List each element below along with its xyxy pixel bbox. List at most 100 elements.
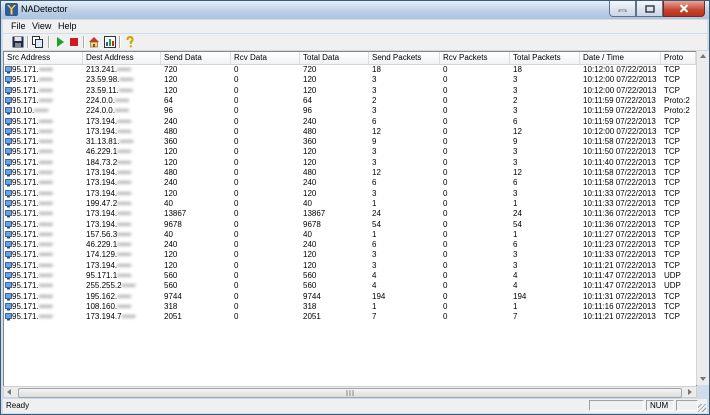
horizontal-scrollbar[interactable] — [3, 386, 697, 398]
send-packets-cell: 4 — [372, 271, 377, 280]
copy-icon[interactable] — [32, 36, 44, 48]
col-src-address-header[interactable]: Src Address — [4, 52, 83, 64]
table-row[interactable]: 95.171.••••• 46.229.1••••• 120 0 120 3 0 3 10:11… — [4, 147, 696, 157]
table-row[interactable]: 95.171.••••• 173.194.7••••• 2051 0 2051 7 0 7 10… — [4, 312, 696, 322]
title-bar[interactable]: NADetector — [1, 1, 709, 19]
table-row[interactable]: 95.171.••••• 23.59.11.••••• 120 0 120 3 0 3 10:1… — [4, 86, 696, 96]
table-row[interactable]: 95.171.••••• 173.194.••••• 240 0 240 6 0 6 10:11… — [4, 178, 696, 188]
total-packets-cell: 3 — [513, 188, 518, 198]
dest-address-text: 23.59.98. — [86, 75, 120, 85]
status-text: Ready — [6, 401, 30, 410]
total-data-cell: 120 — [303, 85, 317, 95]
dest-address-cell: 173.194.••••• — [83, 220, 161, 230]
src-address-text: 95.171. — [12, 229, 39, 239]
help-icon[interactable] — [124, 36, 136, 48]
table-row[interactable]: 95.171.••••• 173.194.••••• 480 0 480 12 0 12 10:… — [4, 168, 696, 178]
src-address-text: 95.171. — [12, 312, 39, 322]
dest-address-text: 173.194. — [86, 188, 118, 198]
redacted-octets: ••••• — [117, 271, 132, 280]
start-icon[interactable] — [54, 36, 66, 48]
total-data-cell: 480 — [303, 126, 317, 136]
col-proto-header[interactable]: Proto — [661, 52, 696, 64]
home-icon[interactable] — [88, 36, 100, 48]
rcv-packets-cell: 0 — [443, 178, 448, 188]
col-total-data-header[interactable]: Total Data — [300, 52, 369, 64]
table-row[interactable]: 95.171.••••• 224.0.0.••••• 64 0 64 2 0 2 10:11:5… — [4, 96, 696, 106]
dest-address-cell: 173.194.••••• — [83, 127, 161, 137]
rcv-data-cell: 0 — [234, 178, 239, 188]
table-row[interactable]: 95.171.••••• 173.194.••••• 480 0 480 12 0 12 10:… — [4, 127, 696, 137]
table-row[interactable]: 95.171.••••• 174.129.••••• 120 0 120 3 0 3 10:11… — [4, 250, 696, 260]
save-icon[interactable] — [12, 36, 24, 48]
col-rcv-packets-header[interactable]: Rcv Packets — [440, 52, 510, 64]
dest-address-cell: 46.229.1••••• — [83, 240, 161, 250]
date-time-cell: 10:11:23 07/22/2013 — [583, 240, 656, 250]
rcv-packets-cell: 0 — [443, 209, 448, 219]
menu-view[interactable]: View — [32, 21, 51, 31]
scroll-down-icon[interactable] — [700, 377, 706, 381]
table-row[interactable]: 10.10.••••• 224.0.0.••••• 96 0 96 3 0 3 10:11:59… — [4, 106, 696, 116]
table-row[interactable]: 95.171.••••• 173.194.••••• 13867 0 13867 24 0 2… — [4, 209, 696, 219]
dest-address-cell: 173.194.••••• — [83, 189, 161, 199]
scroll-up-icon[interactable] — [700, 54, 706, 58]
send-data-cell: 120 — [164, 147, 178, 157]
total-packets-cell: 2 — [513, 95, 518, 105]
table-row[interactable]: 95.171.••••• 31.13.81.••••• 360 0 360 9 0 9 10:1… — [4, 137, 696, 147]
redacted-octets: ••••• — [38, 260, 53, 270]
close-button[interactable] — [663, 1, 705, 17]
table-row[interactable]: 95.171.••••• 23.59.98.••••• 120 0 120 3 0 3 10:1… — [4, 75, 696, 85]
maximize-button[interactable] — [636, 1, 663, 17]
rcv-packets-cell: 0 — [443, 126, 448, 136]
table-row[interactable]: 95.171.••••• 46.229.1••••• 240 0 240 6 0 6 10:11… — [4, 240, 696, 250]
proto-cell: TCP — [664, 168, 680, 177]
table-row[interactable]: 95.171.••••• 157.56.3••••• 40 0 40 1 0 1 10:11:2… — [4, 230, 696, 240]
rcv-packets-cell: 0 — [443, 137, 448, 147]
redacted-octets: ••••• — [117, 240, 132, 250]
col-send-data-header[interactable]: Send Data — [161, 52, 231, 64]
menu-file[interactable]: File — [11, 21, 26, 31]
vertical-scrollbar[interactable] — [696, 51, 709, 385]
table-row[interactable]: 95.171.••••• 199.47.2••••• 40 0 40 1 0 1 10:11:3… — [4, 199, 696, 209]
table-row[interactable]: 95.171.••••• 173.194.••••• 120 0 120 3 0 3 10:11… — [4, 189, 696, 199]
minimize-button[interactable] — [609, 1, 636, 17]
connections-list[interactable]: Src Address Dest Address Send Data Rcv Data… — [3, 51, 697, 387]
col-total-packets-header[interactable]: Total Packets — [510, 52, 580, 64]
src-address-text: 10.10. — [12, 106, 35, 116]
dest-address-cell: 174.129.••••• — [83, 250, 161, 260]
proto-cell: TCP — [664, 116, 680, 126]
scroll-left-icon[interactable] — [7, 389, 11, 395]
table-row[interactable]: 95.171.••••• 108.160.••••• 318 0 318 1 0 1 10:11… — [4, 302, 696, 312]
col-rcv-data-header[interactable]: Rcv Data — [231, 52, 300, 64]
table-row[interactable]: 95.171.••••• 173.194.••••• 9678 0 9678 54 0 54 1… — [4, 220, 696, 230]
table-row[interactable]: 95.171.••••• 173.194.••••• 240 0 240 6 0 6 10:11… — [4, 117, 696, 127]
table-row[interactable]: 95.171.••••• 255.255.2••••• 560 0 560 4 0 4 10:1… — [4, 281, 696, 291]
col-date-time-header[interactable]: Date / Time — [580, 52, 661, 64]
src-address-cell: 95.171.••••• — [4, 137, 83, 147]
col-send-packets-header[interactable]: Send Packets — [369, 52, 440, 64]
horizontal-scroll-thumb[interactable] — [18, 388, 682, 398]
total-packets-cell: 3 — [513, 250, 518, 260]
table-row[interactable]: 95.171.••••• 173.194.••••• 120 0 120 3 0 3 10:11… — [4, 261, 696, 271]
col-dest-address-header[interactable]: Dest Address — [83, 52, 161, 64]
send-packets-cell: 12 — [372, 168, 381, 177]
options-icon[interactable] — [104, 36, 116, 48]
rcv-data-cell: 0 — [234, 65, 239, 74]
send-packets-cell: 3 — [372, 250, 377, 260]
stop-icon[interactable] — [68, 36, 80, 48]
table-row[interactable]: 95.171.••••• 184.73.2••••• 120 0 120 3 0 3 10:11… — [4, 158, 696, 168]
dest-address-cell: 255.255.2••••• — [83, 281, 161, 291]
table-row[interactable]: 95.171.••••• 195.162.••••• 9744 0 9744 194 0 19… — [4, 292, 696, 302]
resize-grip-icon[interactable] — [698, 404, 706, 412]
dest-address-cell: 108.160.••••• — [83, 302, 161, 312]
dest-address-text: 199.47.2 — [86, 198, 118, 208]
date-time-cell: 10:11:58 07/22/2013 — [583, 168, 656, 177]
redacted-octets: ••••• — [117, 291, 132, 301]
table-row[interactable]: 95.171.••••• 213.241.••••• 720 0 720 18 0 18 10:… — [4, 65, 696, 75]
table-row[interactable]: 95.171.••••• 95.171.1••••• 560 0 560 4 0 4 10:11… — [4, 271, 696, 281]
menu-help[interactable]: Help — [58, 21, 77, 31]
scroll-right-icon[interactable] — [688, 389, 692, 395]
date-time-cell: 10:11:36 07/22/2013 — [583, 209, 656, 219]
redacted-octets: ••••• — [117, 198, 132, 208]
total-data-cell: 13867 — [303, 209, 326, 219]
send-packets-cell: 3 — [372, 106, 377, 116]
